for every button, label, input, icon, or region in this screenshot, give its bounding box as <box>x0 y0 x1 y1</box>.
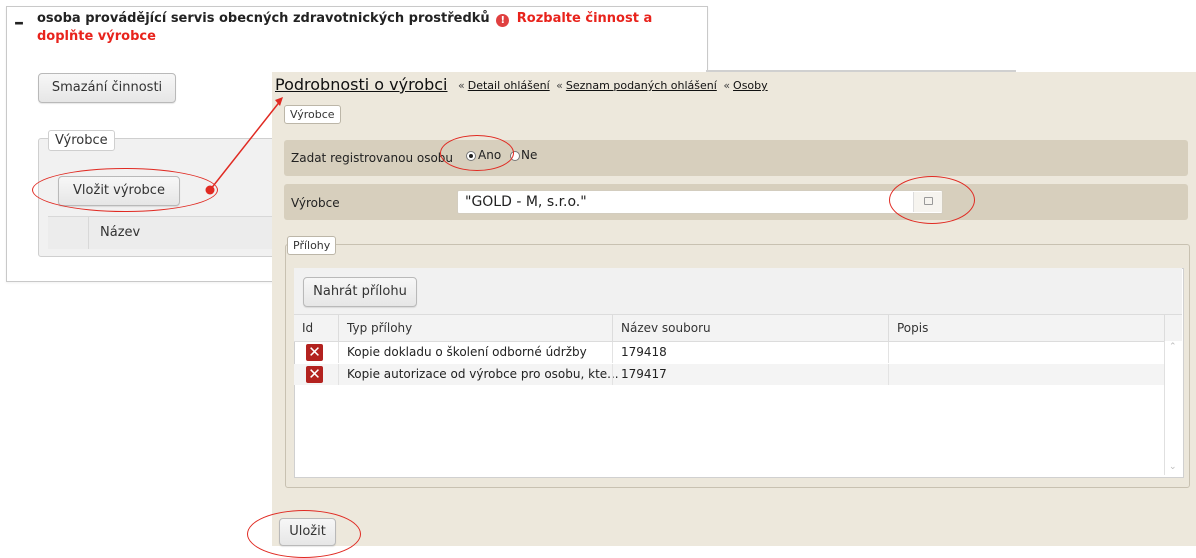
column-description[interactable]: Popis <box>897 321 928 335</box>
upload-attachment-button[interactable]: Nahrát přílohu <box>303 277 417 307</box>
column-filename[interactable]: Název souboru <box>621 321 711 335</box>
manufacturer-label: Výrobce <box>291 196 340 210</box>
annotation-ellipse-save <box>247 510 361 558</box>
annotation-ellipse-insert <box>32 168 218 212</box>
dialog-title: Podrobnosti o výrobci <box>275 75 448 94</box>
table-header-name[interactable]: Název <box>100 225 140 240</box>
manufacturer-fieldset-legend: Výrobce <box>284 105 341 124</box>
manufacturer-table-header: Název <box>48 216 288 249</box>
attachments-toolbar <box>294 268 1182 315</box>
attachments-grid-header: Id Typ přílohy Název souboru Popis <box>294 315 1182 342</box>
scroll-up-icon[interactable]: ⌃ <box>1169 342 1177 352</box>
activity-header: osoba provádějící servis obecných zdravo… <box>37 10 697 46</box>
table-header-cell <box>48 217 89 249</box>
breadcrumb-separator: « <box>723 79 731 92</box>
scroll-down-icon[interactable]: ⌄ <box>1169 462 1177 472</box>
breadcrumb: «Detail ohlášení «Seznam podaných ohláše… <box>455 79 768 92</box>
delete-icon[interactable]: ✕ <box>306 366 323 383</box>
activity-title: osoba provádějící servis obecných zdravo… <box>37 11 490 26</box>
attachment-type: Kopie autorizace od výrobce pro osobu, k… <box>347 367 619 381</box>
manufacturer-value: "GOLD - M, s.r.o." <box>465 194 587 210</box>
delete-activity-button[interactable]: Smazání činnosti <box>38 73 176 103</box>
registered-person-label: Zadat registrovanou osobu <box>291 151 454 165</box>
manufacturer-input[interactable]: "GOLD - M, s.r.o." <box>457 190 943 214</box>
collapse-toggle[interactable]: – <box>14 10 24 34</box>
column-type[interactable]: Typ přílohy <box>347 321 412 335</box>
manufacturer-fieldset-legend: Výrobce <box>48 130 115 151</box>
attachments-legend: Přílohy <box>287 236 337 255</box>
warning-icon: ! <box>496 14 510 27</box>
delete-icon[interactable]: ✕ <box>306 344 323 361</box>
attachment-file: 179418 <box>621 345 667 359</box>
annotation-ellipse-lookup <box>889 176 975 224</box>
table-row[interactable]: ✕ Kopie autorizace od výrobce pro osobu,… <box>294 364 1164 385</box>
breadcrumb-separator: « <box>458 79 465 92</box>
column-id[interactable]: Id <box>302 321 313 335</box>
radio-ne-label[interactable]: Ne <box>521 148 537 162</box>
breadcrumb-osoby[interactable]: Osoby <box>733 79 768 92</box>
breadcrumb-detail-ohlaseni[interactable]: Detail ohlášení <box>468 79 550 92</box>
breadcrumb-separator: « <box>556 79 563 92</box>
breadcrumb-seznam-ohlaseni[interactable]: Seznam podaných ohlášení <box>566 79 717 92</box>
table-row[interactable]: ✕ Kopie dokladu o školení odborné údržby… <box>294 342 1164 363</box>
attachment-file: 179417 <box>621 367 667 381</box>
attachment-type: Kopie dokladu o školení odborné údržby <box>347 345 587 359</box>
annotation-ellipse-ano <box>440 135 514 171</box>
grid-scrollbar[interactable]: ⌃ ⌄ <box>1164 341 1182 475</box>
